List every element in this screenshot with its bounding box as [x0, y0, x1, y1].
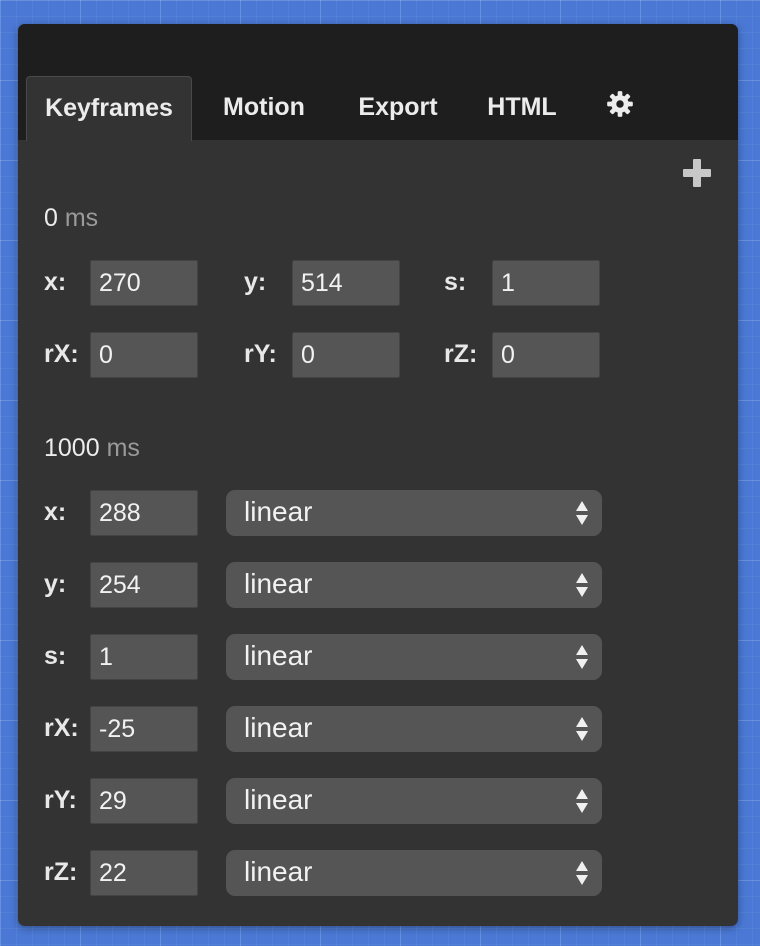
y-label: y:	[244, 268, 267, 296]
select-arrows-icon	[576, 501, 588, 525]
s-easing-select[interactable]: linear	[226, 634, 602, 680]
easing-value: linear	[244, 784, 313, 815]
x-input[interactable]	[90, 490, 198, 536]
rz-input[interactable]	[90, 850, 198, 896]
keyframe-time-label: 0 ms	[44, 204, 98, 233]
y-input[interactable]	[292, 260, 400, 306]
rz-easing-select[interactable]: linear	[226, 850, 602, 896]
easing-value: linear	[244, 856, 313, 887]
keyframe-time: 0	[44, 204, 58, 232]
tab-html[interactable]: HTML	[476, 76, 568, 140]
rz-input[interactable]	[492, 332, 600, 378]
rx-label: rX:	[44, 714, 79, 742]
tab-bar: Keyframes Motion Export HTML	[18, 24, 738, 141]
y-label: y:	[44, 570, 67, 598]
easing-value: linear	[244, 568, 313, 599]
tab-export[interactable]: Export	[344, 76, 452, 140]
select-arrows-icon	[576, 573, 588, 597]
ry-easing-select[interactable]: linear	[226, 778, 602, 824]
keyframe-time: 1000	[44, 434, 100, 462]
x-label: x:	[44, 268, 67, 296]
y-easing-select[interactable]: linear	[226, 562, 602, 608]
s-input[interactable]	[90, 634, 198, 680]
gear-icon[interactable]	[606, 90, 634, 118]
keyframe-time-label: 1000 ms	[44, 434, 140, 463]
s-input[interactable]	[492, 260, 600, 306]
tab-motion[interactable]: Motion	[208, 76, 320, 140]
easing-value: linear	[244, 496, 313, 527]
x-easing-select[interactable]: linear	[226, 490, 602, 536]
select-arrows-icon	[576, 717, 588, 741]
select-arrows-icon	[576, 861, 588, 885]
rz-label: rZ:	[444, 340, 478, 368]
x-label: x:	[44, 498, 67, 526]
rx-label: rX:	[44, 340, 79, 368]
ry-input[interactable]	[90, 778, 198, 824]
select-arrows-icon	[576, 645, 588, 669]
ry-label: rY:	[44, 786, 77, 814]
keyframe-time-unit: ms	[106, 434, 140, 462]
keyframe-time-unit: ms	[64, 204, 99, 232]
rz-label: rZ:	[44, 858, 78, 886]
ry-input[interactable]	[292, 332, 400, 378]
x-input[interactable]	[90, 260, 198, 306]
rx-input[interactable]	[90, 706, 198, 752]
plus-icon[interactable]	[682, 158, 712, 188]
keyframes-panel: Keyframes Motion Export HTML 0 ms x: 270…	[18, 24, 738, 926]
easing-value: linear	[244, 712, 313, 743]
easing-value: linear	[244, 640, 313, 671]
tab-keyframes[interactable]: Keyframes	[26, 76, 192, 141]
y-input[interactable]	[90, 562, 198, 608]
rx-easing-select[interactable]: linear	[226, 706, 602, 752]
rx-input[interactable]	[90, 332, 198, 378]
ry-label: rY:	[244, 340, 277, 368]
s-label: s:	[44, 642, 67, 670]
select-arrows-icon	[576, 789, 588, 813]
s-label: s:	[444, 268, 467, 296]
